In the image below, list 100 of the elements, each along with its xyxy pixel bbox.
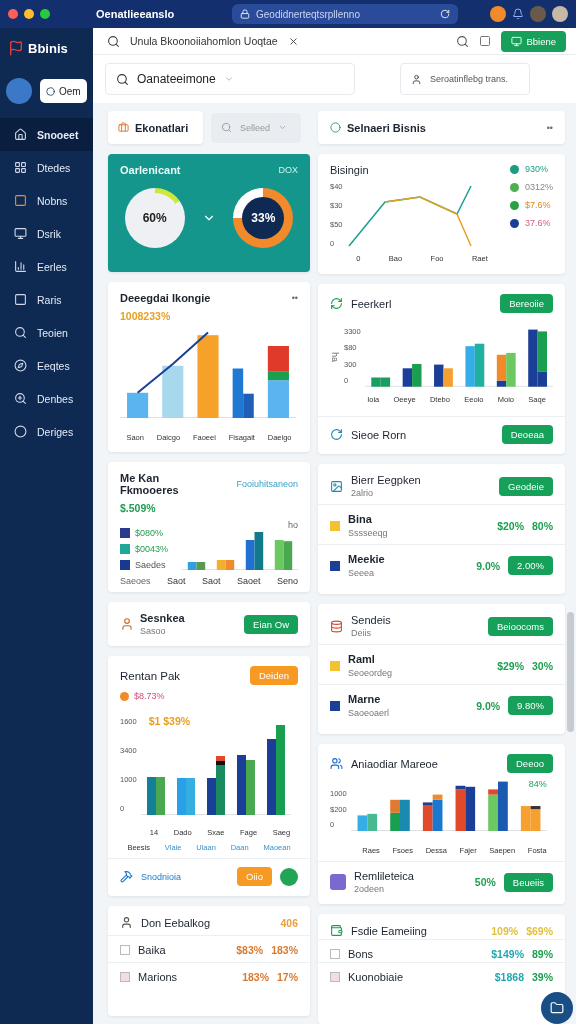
window-title: Oenatlieeanslo — [96, 8, 176, 20]
status-dot — [120, 691, 129, 701]
sidebar-item[interactable]: Deriges — [0, 415, 93, 448]
row-title: Marne — [348, 693, 382, 705]
card-title: Don Eebalkog — [141, 916, 211, 929]
bar — [254, 532, 264, 570]
square-icon — [330, 660, 340, 671]
total-value: 1008233% — [120, 310, 172, 322]
search-icon — [107, 34, 120, 48]
extension-icon[interactable] — [490, 6, 506, 22]
bar — [411, 364, 422, 387]
hammer-icon — [120, 870, 133, 883]
scrollbar[interactable] — [567, 612, 574, 732]
wallet-icon — [330, 924, 343, 937]
primary-button[interactable]: Bbiene — [501, 30, 566, 52]
card-title: Rentan Pak — [120, 669, 181, 682]
rotate-icon — [330, 428, 343, 441]
chevron-icon — [278, 123, 288, 132]
close-button[interactable] — [8, 9, 18, 19]
sidebar-item[interactable]: Dsrik — [0, 217, 93, 250]
card-button[interactable]: Bereoiie — [500, 294, 553, 313]
avatar-icon[interactable] — [6, 78, 32, 104]
card-button[interactable]: Deeoo — [507, 754, 553, 773]
value-button[interactable]: 2.00% — [508, 556, 553, 575]
value-button[interactable]: 9.80% — [508, 696, 553, 715]
circle-icon — [46, 86, 55, 96]
bar — [225, 560, 235, 570]
square-icon — [330, 520, 340, 531]
contact-button[interactable]: Eian Ow — [244, 614, 298, 634]
row-title: Meekie — [348, 553, 385, 565]
footer-button[interactable]: Beueiis — [503, 872, 553, 892]
bar — [402, 368, 412, 387]
row-icon — [120, 945, 130, 955]
image-icon — [330, 479, 343, 493]
sidebar-item[interactable]: Snooeet — [0, 118, 93, 151]
maximize-button[interactable] — [40, 9, 50, 19]
users-icon — [330, 757, 343, 770]
search-field[interactable]: Oanateeimone — [105, 63, 355, 95]
axis-title: ha — [330, 352, 340, 362]
bar — [216, 560, 226, 570]
search-icon — [456, 34, 470, 48]
reload-icon — [440, 9, 450, 19]
bar — [245, 760, 255, 815]
category-label: Saot — [202, 576, 221, 586]
sidebar-item[interactable]: Nobns — [0, 184, 93, 217]
card-title: Sendeis — [351, 614, 391, 626]
legend-value: 37.6% — [524, 218, 551, 228]
row-value: 9.0% — [476, 699, 501, 712]
user-icon — [411, 73, 422, 85]
contact-subtitle: Sasoo — [140, 626, 167, 636]
minimize-button[interactable] — [24, 9, 34, 19]
avatar-icon[interactable] — [552, 6, 568, 22]
legend-label: $080% — [135, 528, 164, 538]
row-change: 39% — [532, 971, 553, 983]
nav-icon — [14, 359, 27, 372]
sidebar-item[interactable]: Raris — [0, 283, 93, 316]
bar — [465, 346, 475, 387]
nav-icon — [14, 194, 27, 207]
card-button[interactable]: Beioocoms — [488, 616, 553, 636]
sidebar-item[interactable]: Dtedes — [0, 151, 93, 184]
avatar-icon — [330, 874, 346, 890]
floating-action-button[interactable] — [541, 992, 573, 1024]
bar — [474, 343, 484, 387]
search-query[interactable]: Unula Bkoonoiiahomlon Uoqtae — [130, 35, 278, 47]
bar — [380, 377, 390, 387]
card-title: Me Kan Fkmooeres — [120, 472, 180, 496]
section-title: Selnaeri Bisnis — [347, 121, 426, 134]
toggle-switch[interactable] — [280, 867, 298, 886]
card-title: Aniaodiar Mareoe — [351, 757, 438, 770]
more-menu[interactable]: •• — [546, 122, 553, 133]
card-title: Deeegdai Ikongie — [120, 292, 211, 304]
address-bar[interactable]: Geodidnerteqtsrpllenno — [232, 4, 458, 24]
category-label: Seno — [276, 576, 298, 586]
briefcase-icon — [118, 122, 129, 133]
sidebar-item[interactable]: Eerles — [0, 250, 93, 283]
row-icon — [120, 972, 130, 982]
card-title: Oarlenicant — [120, 164, 181, 176]
bar — [245, 540, 255, 570]
sidebar-item[interactable]: Teoien — [0, 316, 93, 349]
tab[interactable]: Ekonatlari — [108, 111, 203, 144]
bar — [357, 815, 367, 831]
close-icon — [287, 35, 299, 47]
row-change: 30% — [532, 659, 553, 672]
sidebar-item[interactable]: Denbes — [0, 382, 93, 415]
card-button[interactable]: Geodeie — [499, 476, 553, 496]
nav-icon — [14, 227, 27, 240]
row-value: 9.0% — [476, 559, 501, 572]
footer-button[interactable]: Deoeaa — [501, 425, 553, 444]
nav-icon — [14, 260, 27, 273]
filter-select[interactable]: Seroatinflebg trans. — [400, 63, 530, 95]
row-label: Baika — [138, 944, 166, 956]
chevron-icon — [223, 74, 234, 84]
row-value: $29% — [497, 659, 524, 672]
row-change: 17% — [277, 971, 298, 983]
card-link[interactable]: Fooiuhitsaneon — [236, 479, 298, 489]
category-label: Saoet — [236, 576, 261, 586]
more-menu[interactable]: •• — [291, 293, 298, 303]
account-button[interactable]: Oem — [40, 79, 87, 103]
sidebar-item[interactable]: Eeqtes — [0, 349, 93, 382]
bar — [274, 540, 284, 570]
